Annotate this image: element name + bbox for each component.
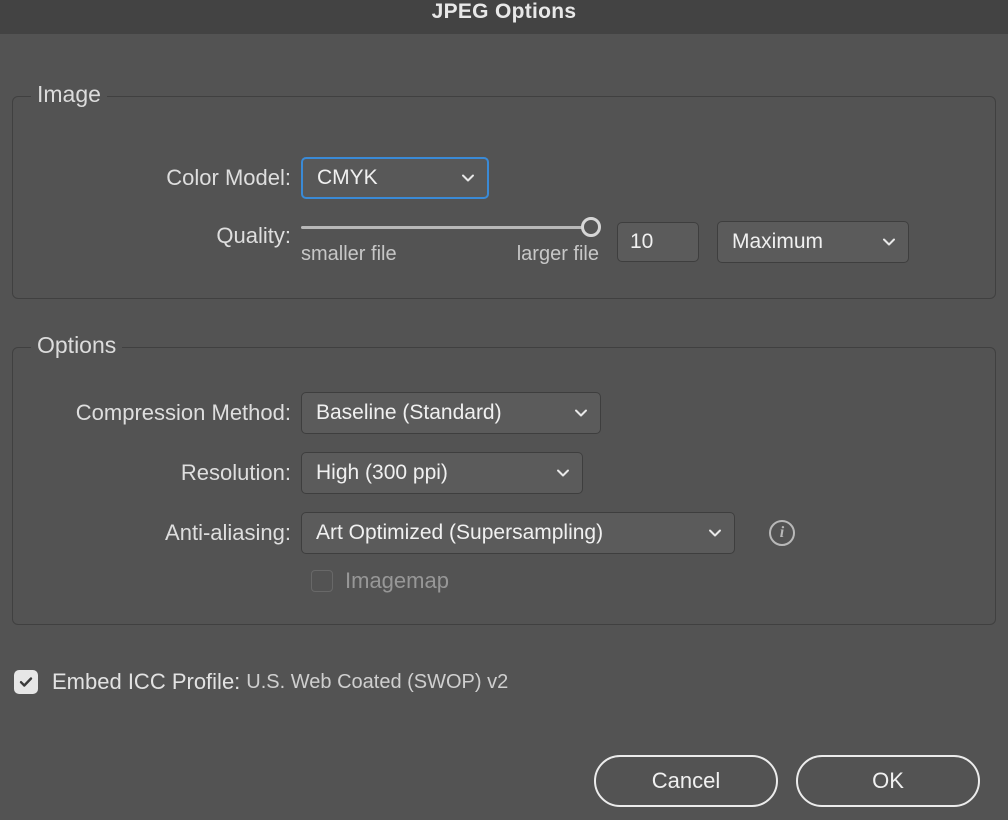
chevron-down-icon [461,171,475,185]
imagemap-row: Imagemap [311,568,965,594]
image-group-legend: Image [31,81,107,108]
resolution-label: Resolution: [43,460,301,486]
cancel-button[interactable]: Cancel [594,755,778,807]
quality-input[interactable]: 10 [617,222,699,262]
compression-select[interactable]: Baseline (Standard) [301,392,601,434]
cancel-button-label: Cancel [652,768,720,794]
anti-aliasing-value: Art Optimized (Supersampling) [316,521,603,545]
color-model-value: CMYK [317,166,378,190]
compression-value: Baseline (Standard) [316,401,502,425]
ok-button[interactable]: OK [796,755,980,807]
quality-slider-thumb[interactable] [581,217,601,237]
quality-slider[interactable] [301,217,599,237]
imagemap-checkbox[interactable] [311,570,333,592]
quality-larger-label: larger file [517,243,599,266]
dialog-title: JPEG Options [432,0,577,24]
options-group-legend: Options [31,332,122,359]
compression-row: Compression Method: Baseline (Standard) [43,392,965,434]
compression-label: Compression Method: [43,400,301,426]
quality-preset-select[interactable]: Maximum [717,221,909,263]
chevron-down-icon [708,526,722,540]
embed-icc-label: Embed ICC Profile: [52,669,240,695]
dialog-button-row: Cancel OK [12,755,996,807]
info-glyph: i [780,524,784,542]
color-model-select[interactable]: CMYK [301,157,489,199]
imagemap-label: Imagemap [345,568,449,594]
embed-icc-row: Embed ICC Profile: U.S. Web Coated (SWOP… [14,669,996,695]
chevron-down-icon [556,466,570,480]
anti-aliasing-select[interactable]: Art Optimized (Supersampling) [301,512,735,554]
embed-icc-profile: U.S. Web Coated (SWOP) v2 [246,671,508,694]
quality-label: Quality: [43,217,301,249]
resolution-row: Resolution: High (300 ppi) [43,452,965,494]
color-model-label: Color Model: [43,165,301,191]
embed-icc-checkbox[interactable] [14,670,38,694]
chevron-down-icon [882,235,896,249]
color-model-row: Color Model: CMYK [43,157,965,199]
anti-aliasing-label: Anti-aliasing: [43,520,301,546]
anti-aliasing-row: Anti-aliasing: Art Optimized (Supersampl… [43,512,965,554]
resolution-select[interactable]: High (300 ppi) [301,452,583,494]
quality-slider-track [301,226,599,229]
dialog-titlebar: JPEG Options [0,0,1008,34]
resolution-value: High (300 ppi) [316,461,448,485]
quality-preset-value: Maximum [732,230,823,254]
options-group: Options Compression Method: Baseline (St… [12,347,996,625]
ok-button-label: OK [872,768,904,794]
info-icon[interactable]: i [769,520,795,546]
quality-row: Quality: smaller file larger file 10 [43,217,965,266]
quality-smaller-label: smaller file [301,243,397,266]
chevron-down-icon [574,406,588,420]
image-group: Image Color Model: CMYK Quality: [12,96,996,299]
quality-value: 10 [630,230,653,254]
